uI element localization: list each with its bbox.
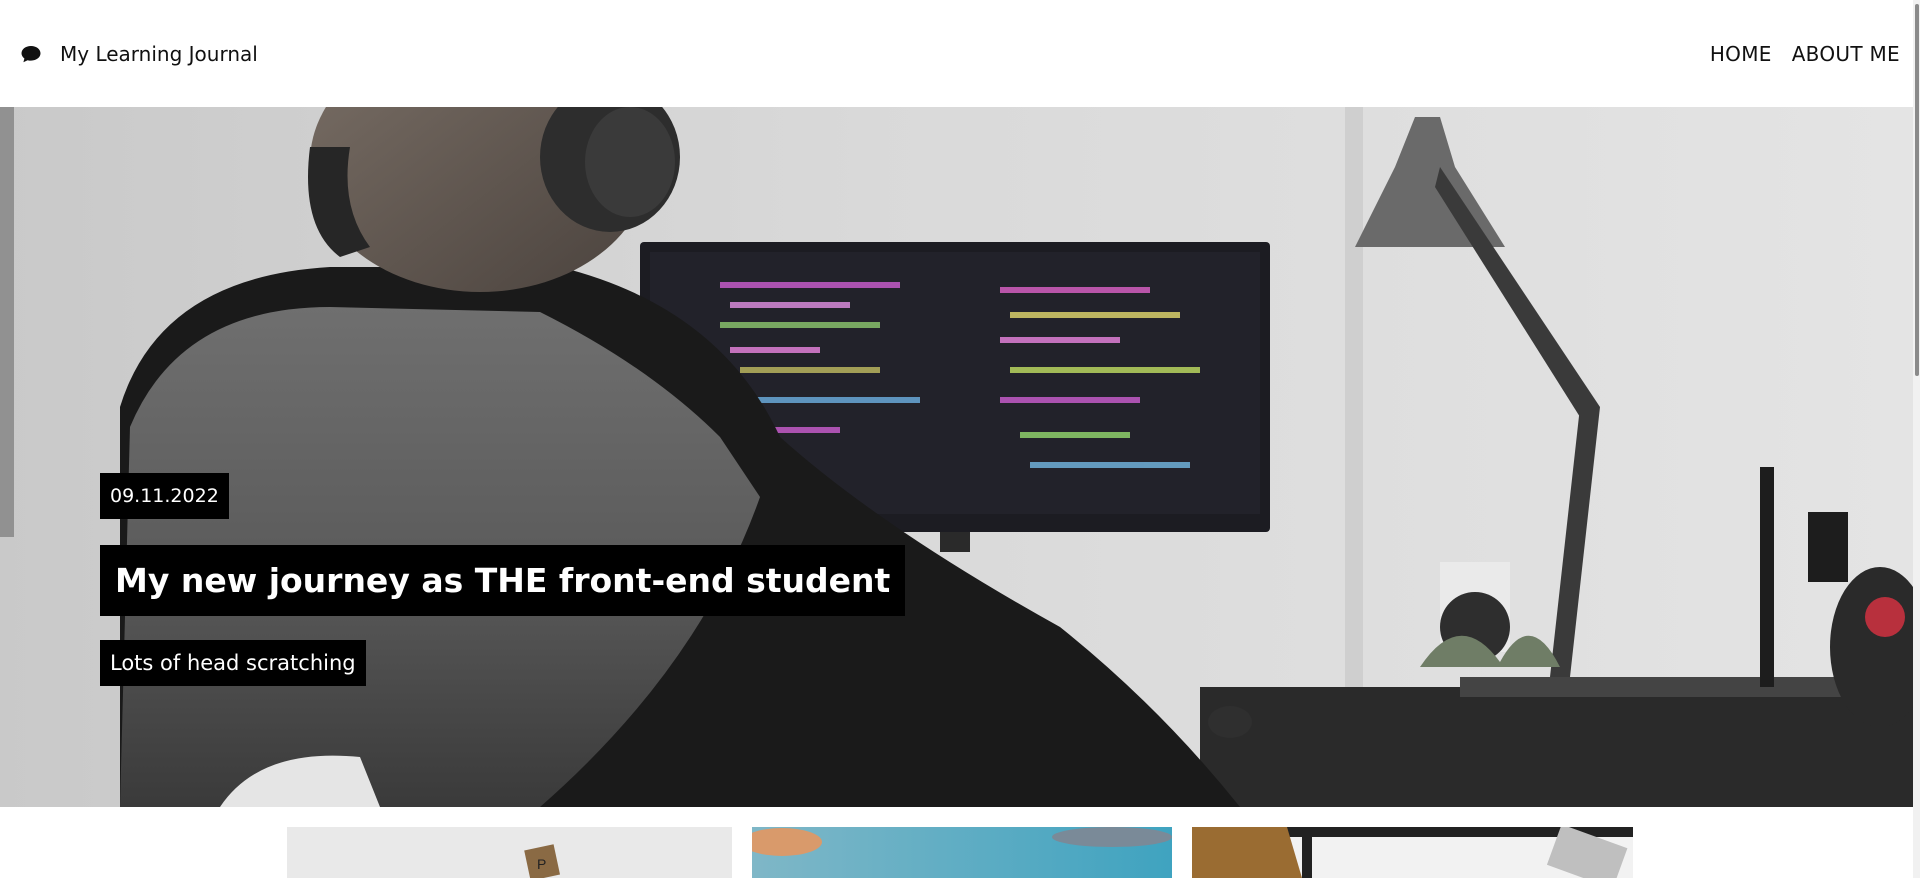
nav-about-link[interactable]: ABOUT ME xyxy=(1792,42,1900,66)
post-subtitle: Lots of head scratching xyxy=(100,640,366,686)
chat-bubble-icon xyxy=(20,43,42,65)
post-card-1[interactable]: P xyxy=(287,827,732,878)
main-nav: HOME ABOUT ME xyxy=(1710,42,1900,66)
post-date: 09.11.2022 xyxy=(100,473,229,519)
scrabble-tiles-thumbnail: P xyxy=(287,827,732,878)
hero-image xyxy=(0,107,1920,807)
post-card-2[interactable] xyxy=(752,827,1172,878)
brand-link[interactable]: My Learning Journal xyxy=(20,42,258,66)
sky-clouds-thumbnail xyxy=(752,827,1172,878)
svg-text:P: P xyxy=(537,856,546,872)
person-at-laptop-window-thumbnail xyxy=(1192,827,1633,878)
post-title[interactable]: My new journey as THE front-end student xyxy=(100,545,906,616)
nav-home-link[interactable]: HOME xyxy=(1710,42,1772,66)
site-title: My Learning Journal xyxy=(60,41,258,66)
post-cards-row: P xyxy=(287,827,1633,878)
post-card-3[interactable] xyxy=(1192,827,1633,878)
scrollbar-thumb[interactable] xyxy=(1915,4,1919,376)
page-scrollbar[interactable] xyxy=(1913,0,1920,878)
site-header: My Learning Journal HOME ABOUT ME xyxy=(0,0,1920,107)
hero-banner[interactable]: 09.11.2022 My new journey as THE front-e… xyxy=(0,107,1920,807)
